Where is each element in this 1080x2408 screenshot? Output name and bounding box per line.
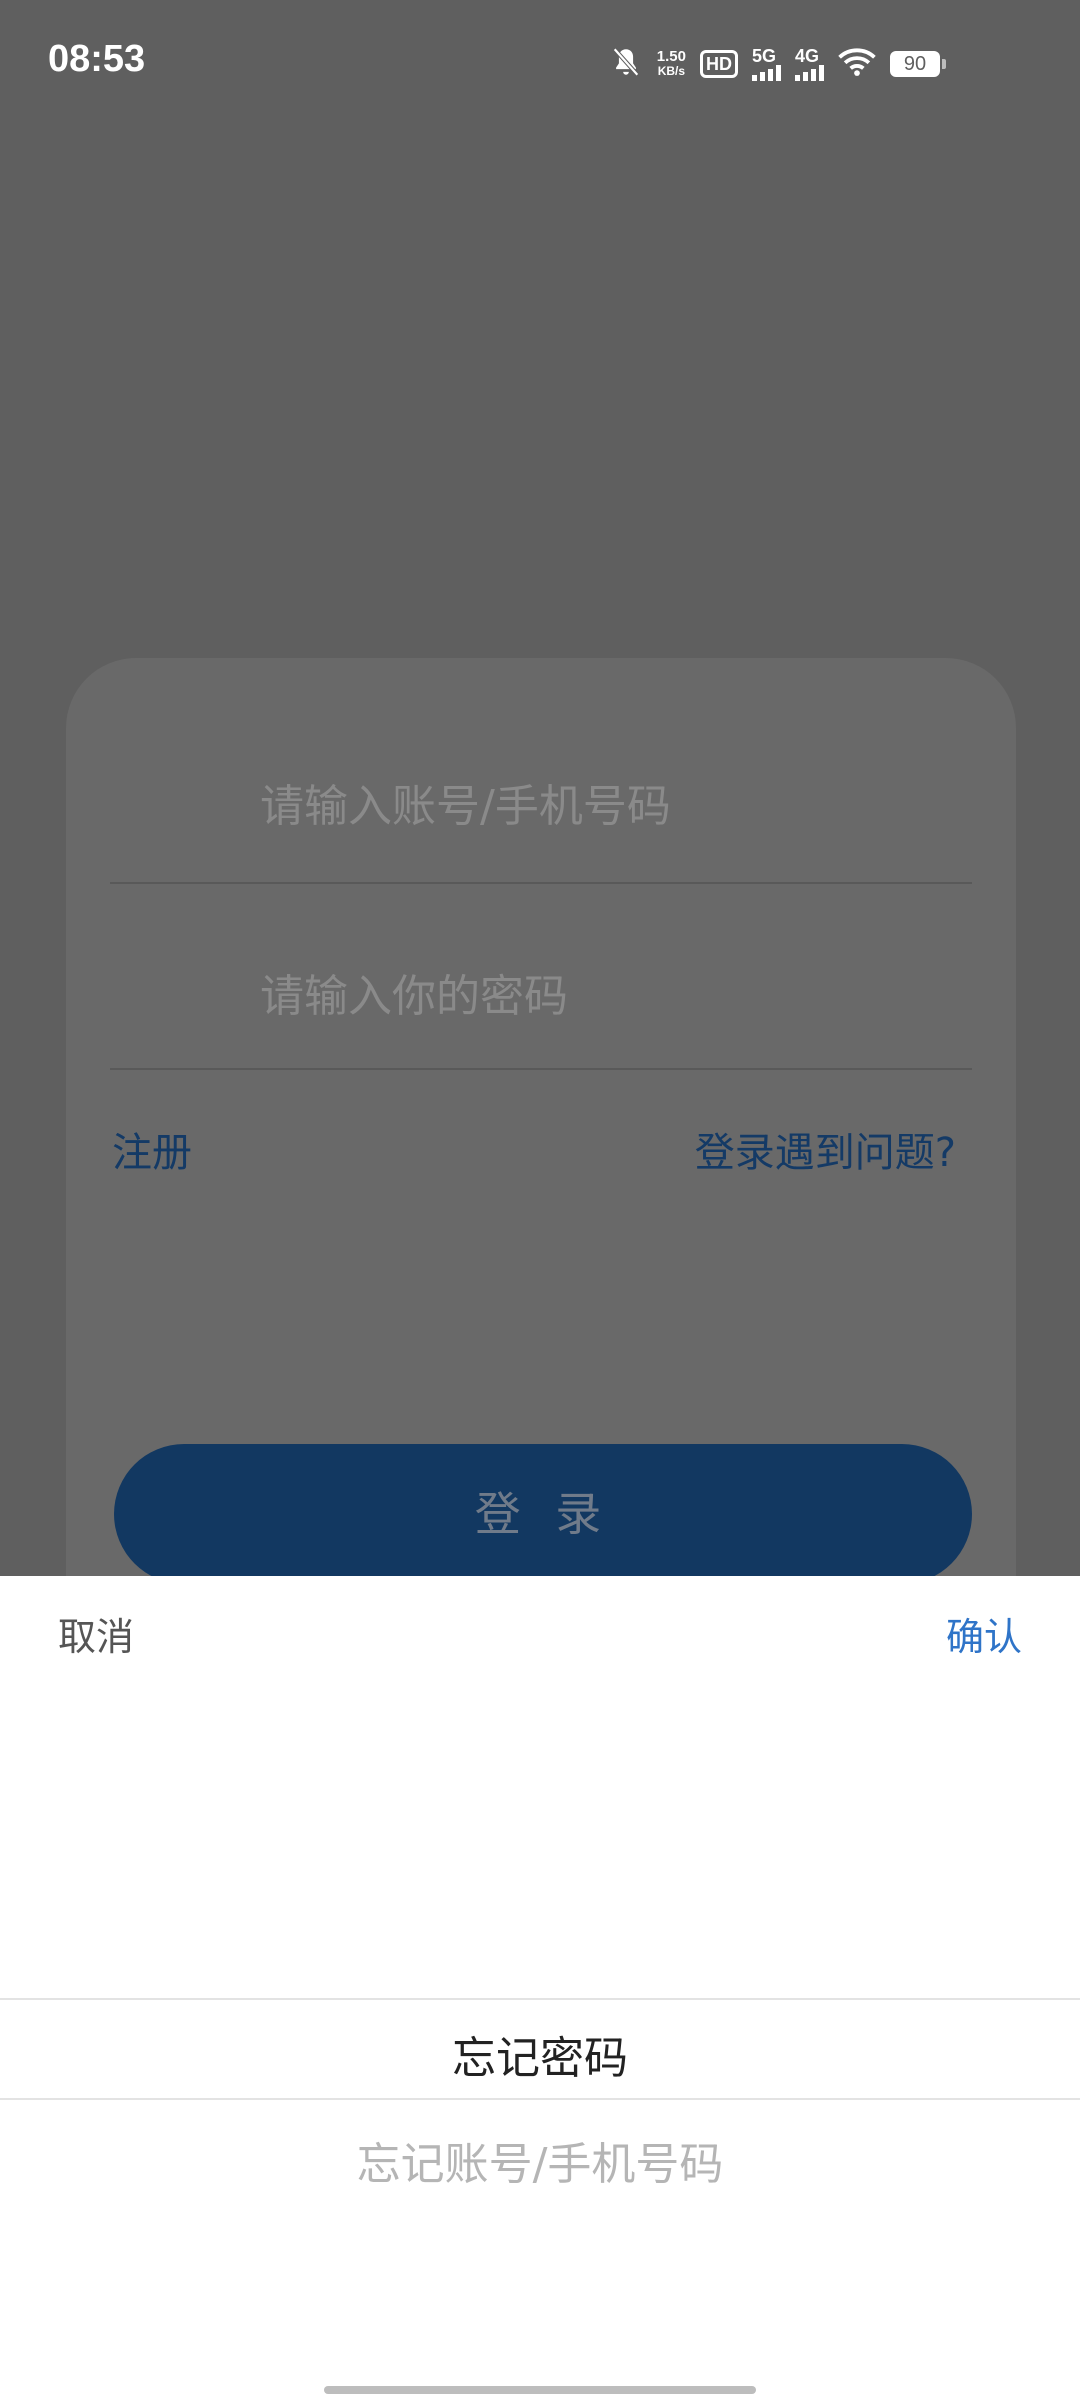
signal-bars-icon [752, 65, 781, 81]
picker-sheet: 取消 确认 忘记密码 忘记账号/手机号码 [0, 1576, 1080, 2408]
status-icons: 1.50 KB/s HD 5G 4G 90 [609, 44, 946, 84]
net-speed-value: 1.50 [656, 48, 686, 65]
picker-divider-bottom [0, 2098, 1080, 2100]
account-field[interactable]: 请输入账号/手机号码 [110, 718, 972, 884]
net-speed-unit: KB/s [657, 64, 686, 78]
status-bar: 08:53 1.50 KB/s HD 5G 4G 90 [0, 0, 1080, 128]
hd-icon: HD [700, 50, 738, 78]
wifi-icon [838, 47, 876, 81]
password-field[interactable]: 请输入你的密码 [110, 910, 972, 1070]
cancel-button[interactable]: 取消 [58, 1606, 134, 1661]
picker-option-forgot-account[interactable]: 忘记账号/手机号码 [0, 2128, 1080, 2192]
sim2-signal: 4G [795, 47, 824, 81]
screen: 08:53 1.50 KB/s HD 5G 4G 90 请输入账号/手机号码 请… [0, 0, 1080, 2408]
sim2-network-label: 4G [795, 46, 820, 66]
battery-icon: 90 [890, 51, 946, 77]
home-indicator[interactable] [324, 2386, 756, 2394]
confirm-button[interactable]: 确认 [946, 1606, 1022, 1661]
sim1-network-label: 5G [752, 46, 777, 66]
net-speed: 1.50 KB/s [657, 49, 686, 79]
register-link[interactable]: 注册 [112, 1120, 192, 1178]
login-button[interactable]: 登 录 [114, 1444, 972, 1584]
signal-bars-icon [795, 65, 824, 81]
status-time: 08:53 [48, 38, 146, 80]
picker-option-forgot-password[interactable]: 忘记密码 [0, 2022, 1080, 2086]
bell-muted-icon [609, 45, 643, 83]
sim1-signal: 5G [752, 47, 781, 81]
login-card: 请输入账号/手机号码 请输入你的密码 注册 登录遇到问题? 登 录 [66, 658, 1016, 1658]
login-trouble-link[interactable]: 登录遇到问题? [695, 1120, 956, 1178]
password-placeholder: 请输入你的密码 [260, 971, 568, 1022]
picker-divider-top [0, 1998, 1080, 2000]
account-placeholder: 请输入账号/手机号码 [260, 781, 671, 832]
